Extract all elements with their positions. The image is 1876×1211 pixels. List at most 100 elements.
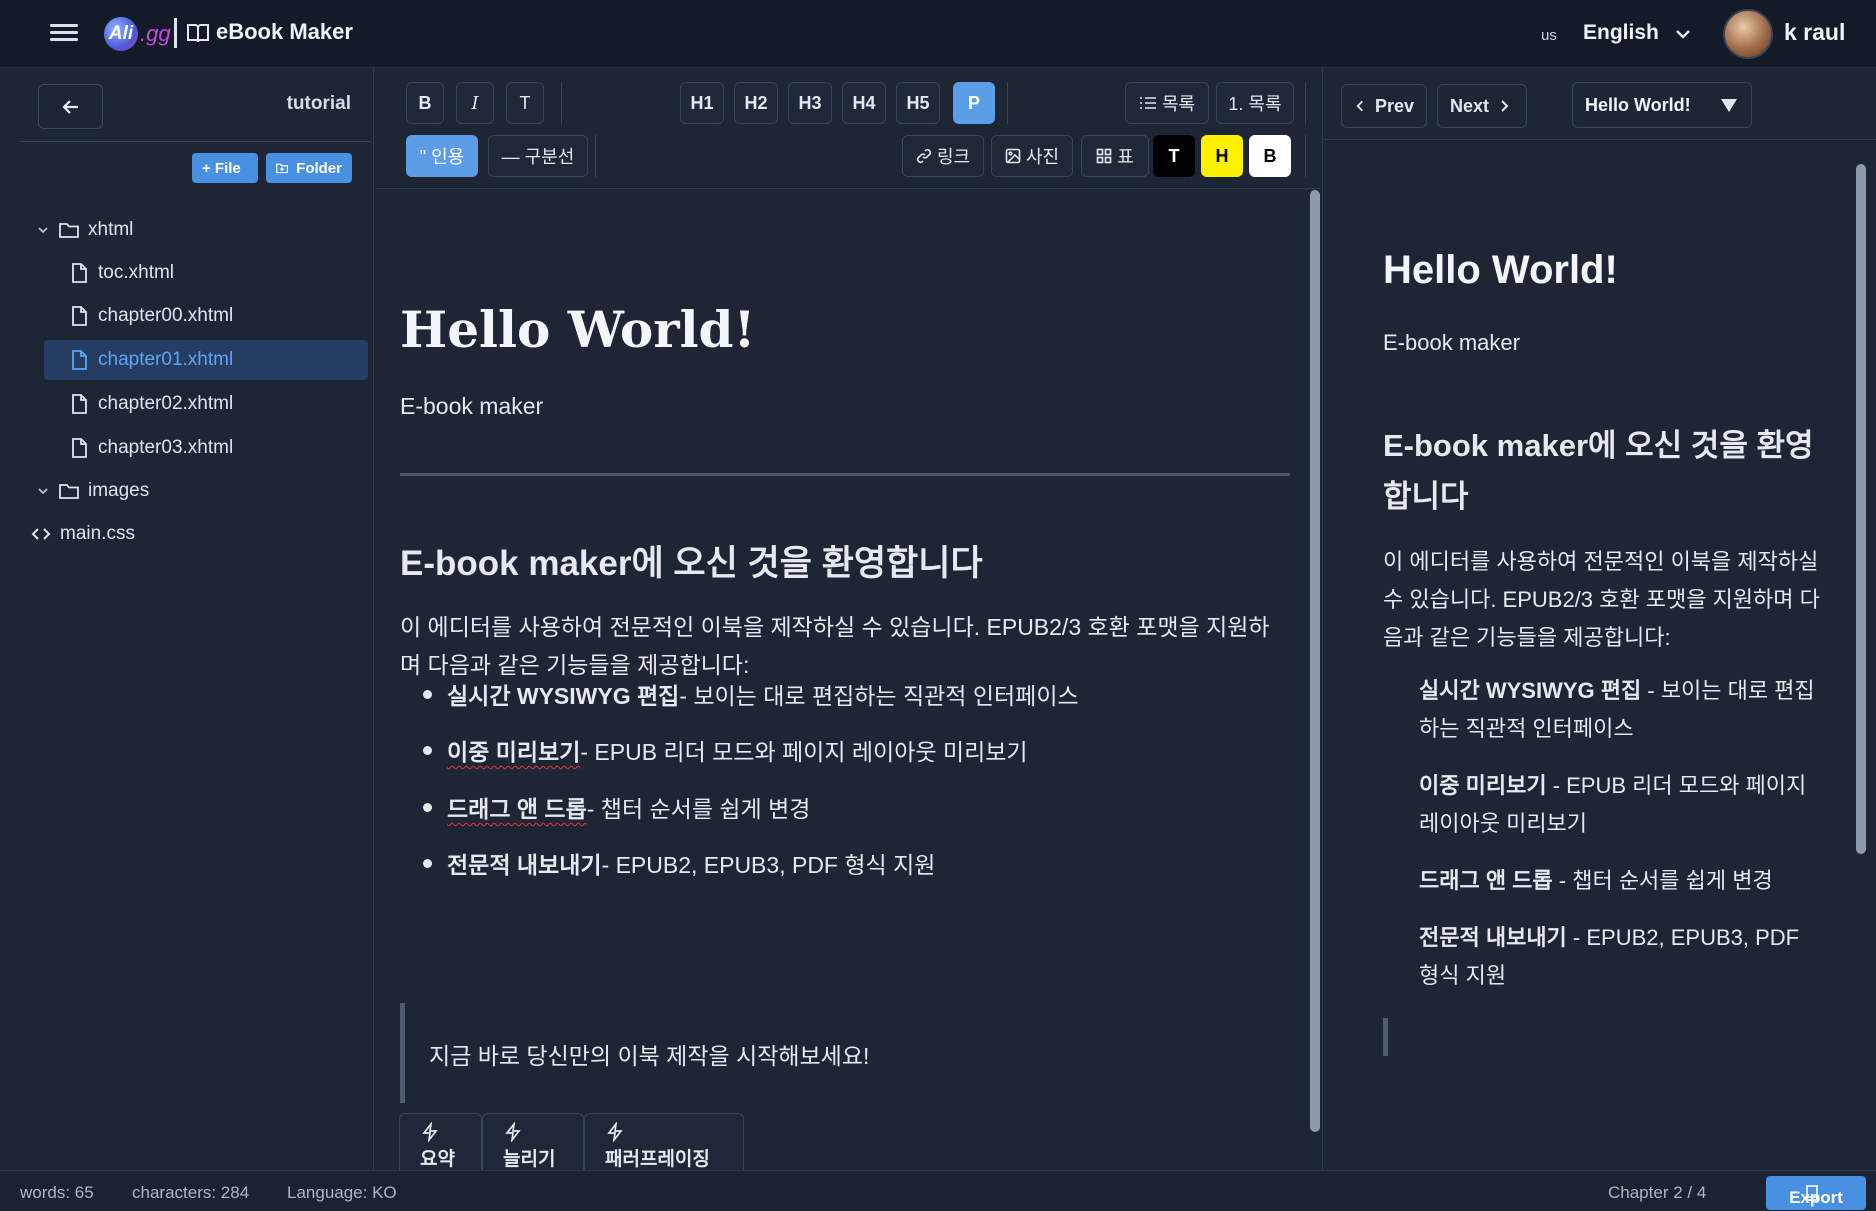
text-color-button[interactable]: T [1153, 135, 1195, 177]
next-button[interactable]: Next [1437, 84, 1527, 128]
h2-button[interactable]: H2 [734, 82, 778, 124]
tree-file-chapter03[interactable]: chapter03.xhtml [68, 428, 233, 468]
bold-button[interactable]: B [406, 82, 444, 124]
back-button[interactable] [38, 84, 103, 129]
tree-file-chapter00[interactable]: chapter00.xhtml [68, 296, 233, 336]
image-button[interactable]: 사진 [991, 135, 1073, 177]
expand-button[interactable]: 늘리기 [482, 1113, 584, 1173]
preview-scrollbar[interactable] [1856, 164, 1866, 854]
chapter-select[interactable]: Hello World! [1572, 82, 1752, 128]
document-subtitle[interactable]: E-book maker [400, 393, 543, 420]
menu-icon[interactable] [50, 20, 78, 46]
folder-plus-icon [276, 163, 289, 174]
file-icon [72, 394, 87, 414]
add-folder-button[interactable]: Folder [266, 153, 352, 183]
quote-button[interactable]: " 인용 [406, 135, 478, 177]
chevron-down-icon[interactable] [34, 221, 52, 239]
preview-pane: Prev Next Hello World! Hello World! E-bo… [1322, 68, 1876, 1170]
list-item[interactable]: 전문적 내보내기 - EPUB2, EPUB3, PDF 형식 지원 [400, 844, 935, 882]
blockquote[interactable]: 지금 바로 당신만의 이북 제작을 시작해보세요! [400, 1003, 1290, 1103]
document-title[interactable]: Hello World! [400, 300, 755, 359]
feature-desc: - 챕터 순서를 쉽게 변경 [586, 796, 811, 822]
tree-file-main-css[interactable]: main.css [30, 514, 135, 554]
preview-list-item: 이중 미리보기 - EPUB 리더 모드와 페이지 레이아웃 미리보기 [1419, 767, 1823, 843]
background-color-button[interactable]: B [1249, 135, 1291, 177]
editor-content[interactable]: Hello World! E-book maker E-book maker에 … [375, 190, 1305, 1170]
language-selector[interactable]: English [1583, 21, 1659, 45]
preview-subtitle: E-book maker [1383, 330, 1520, 355]
chevron-right-icon [1501, 100, 1509, 112]
h3-button[interactable]: H3 [788, 82, 832, 124]
feature-title: 드래그 앤 드롭 [1419, 868, 1553, 893]
summarize-button[interactable]: 요약 [399, 1113, 482, 1173]
toolbar-separator [1007, 82, 1008, 124]
language-code: us [1541, 27, 1557, 44]
table-label: 표 [1117, 147, 1134, 167]
feature-title: 드래그 앤 드롭 [447, 796, 587, 822]
h4-button[interactable]: H4 [842, 82, 886, 124]
list-icon [1139, 97, 1156, 109]
expand-label: 늘리기 [503, 1149, 556, 1170]
bullet-list-label: 목록 [1161, 94, 1196, 114]
list-item[interactable]: 드래그 앤 드롭 - 챕터 순서를 쉽게 변경 [400, 788, 810, 826]
numbered-list-button[interactable]: 1. 목록 [1216, 82, 1294, 124]
link-button[interactable]: 링크 [902, 135, 984, 177]
h5-button[interactable]: H5 [896, 82, 940, 124]
paragraph-button[interactable]: P [953, 82, 995, 124]
feature-title: 전문적 내보내기 [1419, 925, 1567, 950]
folder-icon [59, 484, 79, 499]
prev-button[interactable]: Prev [1341, 84, 1427, 128]
h1-button[interactable]: H1 [680, 82, 724, 124]
image-icon [1005, 148, 1021, 164]
bullet-dot [423, 689, 432, 699]
chevron-down-icon[interactable] [1673, 24, 1693, 44]
export-button[interactable]: Export [1766, 1176, 1866, 1210]
text-button[interactable]: T [506, 82, 544, 124]
chevron-down-icon[interactable] [34, 482, 52, 500]
word-count: words: 65 [20, 1183, 94, 1202]
editor-scrollbar[interactable] [1310, 190, 1320, 1132]
feature-title: 실시간 WYSIWYG 편집 [1419, 678, 1642, 703]
file-icon [72, 306, 87, 326]
bullet-dot [423, 745, 432, 755]
feature-desc: - EPUB2, EPUB3, PDF 형식 지원 [601, 852, 936, 878]
chapter-indicator: Chapter 2 / 4 [1608, 1183, 1707, 1202]
tree-item-label: chapter00.xhtml [98, 305, 234, 326]
toolbar-separator [561, 82, 562, 124]
logo[interactable]: Ali .gg [104, 16, 171, 52]
top-bar: Ali .gg eBook Maker us English k raul [0, 0, 1876, 68]
file-icon [72, 263, 87, 283]
lightning-icon [607, 1122, 623, 1142]
project-name: tutorial [286, 93, 351, 114]
intro-paragraph[interactable]: 이 에디터를 사용하여 전문적인 이북을 제작하실 수 있습니다. EPUB2/… [400, 608, 1290, 684]
toolbar-separator [595, 135, 596, 177]
table-button[interactable]: 표 [1081, 135, 1149, 177]
file-sidebar: tutorial + File Folder xhtml toc.xhtml c… [0, 68, 374, 1170]
tree-file-chapter01[interactable]: chapter01.xhtml [44, 340, 368, 380]
toolbar-separator [1305, 82, 1306, 124]
divider-button[interactable]: — 구분선 [488, 135, 588, 177]
list-item[interactable]: 실시간 WYSIWYG 편집 - 보이는 대로 편집하는 직관적 인터페이스 [400, 675, 1079, 713]
prev-label: Prev [1374, 95, 1414, 116]
feature-title: 전문적 내보내기 [447, 852, 602, 878]
link-icon [916, 148, 932, 164]
tree-item-label: chapter02.xhtml [98, 393, 234, 414]
tree-item-label: main.css [60, 523, 135, 544]
tree-file-toc[interactable]: toc.xhtml [68, 253, 174, 293]
link-label: 링크 [936, 147, 971, 167]
bullet-list-button[interactable]: 목록 [1125, 82, 1209, 124]
tree-folder-xhtml[interactable]: xhtml [34, 210, 133, 250]
section-heading[interactable]: E-book maker에 오신 것을 환영합니다 [400, 535, 983, 586]
paraphrase-button[interactable]: 패러프레이징 [584, 1113, 744, 1173]
tree-folder-images[interactable]: images [34, 471, 149, 511]
tree-item-label: chapter01.xhtml [98, 349, 234, 370]
add-file-button[interactable]: + File [192, 153, 258, 183]
list-item[interactable]: 이중 미리보기 - EPUB 리더 모드와 페이지 레이아웃 미리보기 [400, 731, 1028, 769]
avatar[interactable] [1723, 9, 1773, 59]
app-title: eBook Maker [216, 19, 353, 44]
tree-file-chapter02[interactable]: chapter02.xhtml [68, 384, 233, 424]
file-icon [72, 350, 87, 370]
user-name[interactable]: k raul [1784, 19, 1845, 46]
italic-button[interactable]: I [456, 82, 494, 124]
highlight-button[interactable]: H [1201, 135, 1243, 177]
